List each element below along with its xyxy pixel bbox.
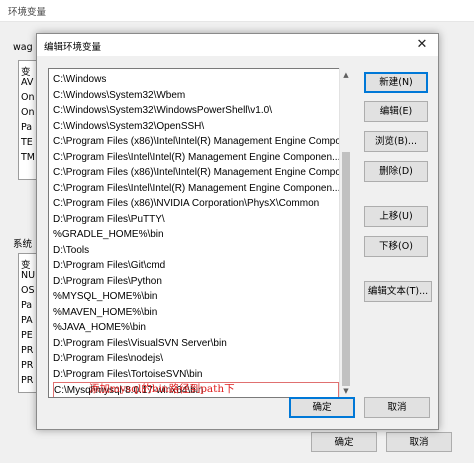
path-entry[interactable]: C:\Program Files (x86)\Intel\Intel(R) Ma… (53, 134, 339, 150)
path-entry[interactable]: C:\Windows\System32\Wbem (53, 88, 339, 104)
list-item[interactable]: PR (21, 375, 33, 386)
list-item[interactable]: PR (21, 345, 33, 356)
path-entry[interactable]: D:\Program Files\PuTTY\ (53, 212, 339, 228)
scroll-down-arrow-icon[interactable]: ▼ (340, 385, 352, 397)
scrollbar-thumb[interactable] (342, 152, 350, 386)
edit-button[interactable]: 编辑(E) (364, 101, 428, 122)
list-item[interactable]: NU (21, 270, 35, 281)
move-down-button[interactable]: 下移(O) (364, 236, 428, 257)
path-entry[interactable]: %MYSQL_HOME%\bin (53, 289, 339, 305)
path-entry[interactable]: C:\Program Files\Intel\Intel(R) Manageme… (53, 150, 339, 166)
move-up-button[interactable]: 上移(U) (364, 206, 428, 227)
path-entry[interactable]: C:\Windows\System32\OpenSSH\ (53, 119, 339, 135)
list-item[interactable]: AV (21, 77, 33, 88)
list-item[interactable]: PA (21, 315, 33, 326)
path-entry[interactable]: C:\Program Files (x86)\Intel\Intel(R) Ma… (53, 165, 339, 181)
path-entry[interactable]: C:\Program Files (x86)\NVIDIA Corporatio… (53, 196, 339, 212)
dialog-cancel-button[interactable]: 取消 (364, 397, 430, 418)
dialog-ok-button[interactable]: 确定 (289, 397, 355, 418)
path-entry[interactable]: D:\Program Files\Git\cmd (53, 258, 339, 274)
background-cancel-button[interactable]: 取消 (386, 432, 452, 452)
new-button[interactable]: 新建(N) (364, 72, 428, 93)
list-item[interactable]: Pa (21, 300, 32, 311)
list-item[interactable]: Pa (21, 122, 32, 133)
list-item[interactable]: TM (21, 152, 35, 163)
path-entry[interactable]: D:\Program Files\Python (53, 274, 339, 290)
path-entry[interactable]: %MAVEN_HOME%\bin (53, 305, 339, 321)
path-entry[interactable]: D:\Program Files\nodejs\ (53, 351, 339, 367)
list-header: 变 (21, 67, 31, 78)
system-variables-label: 系统 (13, 239, 33, 250)
list-item[interactable]: PR (21, 360, 33, 371)
annotation-note: 添加mysql的bin路径到path下 (89, 383, 235, 395)
path-entries-list[interactable]: C:\Windows C:\Windows\System32\Wbem C:\Win… (48, 68, 351, 398)
path-entry[interactable]: %GRADLE_HOME%\bin (53, 227, 339, 243)
path-entry[interactable]: C:\Program Files\Intel\Intel(R) Manageme… (53, 181, 339, 197)
dialog-title: 编辑环境变量 (44, 42, 102, 53)
list-item[interactable]: On (21, 92, 35, 103)
path-entry[interactable]: C:\Windows (53, 72, 339, 88)
path-entry[interactable]: D:\Program Files\VisualSVN Server\bin (53, 336, 339, 352)
close-icon[interactable]: ✕ (413, 36, 431, 54)
path-entry[interactable]: D:\Tools (53, 243, 339, 259)
delete-button[interactable]: 删除(D) (364, 161, 428, 182)
browse-button[interactable]: 浏览(B)... (364, 131, 428, 152)
list-item[interactable]: PE (21, 330, 33, 341)
scroll-up-arrow-icon[interactable]: ▲ (340, 69, 352, 81)
list-item[interactable]: OS (21, 285, 35, 296)
edit-text-button[interactable]: 编辑文本(T)... (364, 281, 432, 302)
path-entry[interactable]: D:\Program Files\TortoiseSVN\bin (53, 367, 339, 383)
list-item[interactable]: On (21, 107, 35, 118)
path-entry[interactable]: %JAVA_HOME%\bin (53, 320, 339, 336)
user-variables-label: wag (13, 42, 33, 53)
edit-env-variable-dialog: 编辑环境变量 ✕ C:\Windows C:\Windows\System32\W… (36, 33, 439, 430)
path-entry[interactable]: C:\Windows\System32\WindowsPowerShell\v1… (53, 103, 339, 119)
background-window-title: 环境变量 (8, 7, 47, 18)
list-scrollbar[interactable]: ▲ ▼ (339, 68, 351, 398)
list-header: 变 (21, 260, 31, 271)
background-ok-button[interactable]: 确定 (311, 432, 377, 452)
list-item[interactable]: TE (21, 137, 33, 148)
background-window-titlebar (0, 0, 474, 22)
